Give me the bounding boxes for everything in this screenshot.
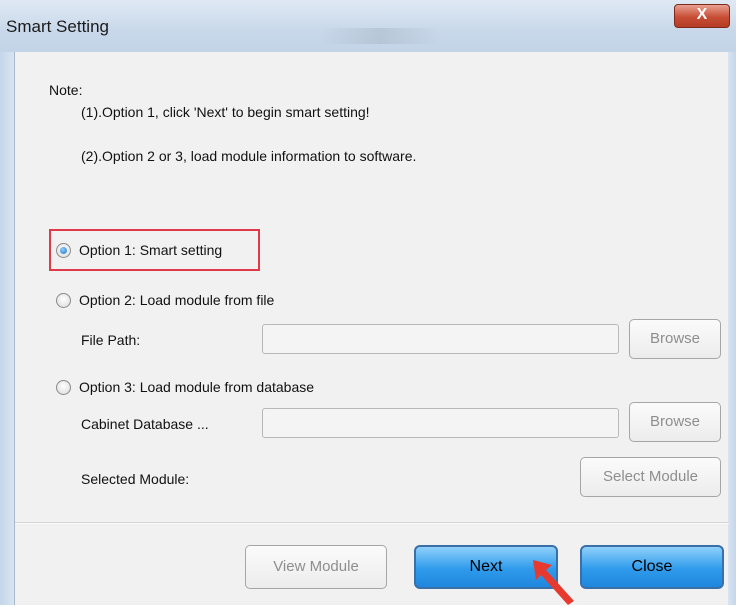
arrow-shape xyxy=(533,560,574,605)
note-line-2: (2).Option 2 or 3, load module informati… xyxy=(81,148,417,164)
title-bar-background-blur xyxy=(320,28,440,44)
option2-radio[interactable] xyxy=(56,293,71,308)
cabinet-database-label: Cabinet Database ... xyxy=(81,416,209,432)
window-title: Smart Setting xyxy=(6,17,109,36)
window-frame-left xyxy=(0,52,14,605)
note-line-1: (1).Option 1, click 'Next' to begin smar… xyxy=(81,104,370,120)
close-button[interactable]: Close xyxy=(580,545,724,589)
title-bar: Smart Setting X xyxy=(0,0,736,52)
pointer-arrow-icon xyxy=(533,560,574,605)
window-close-button[interactable]: X xyxy=(674,4,730,28)
file-path-input[interactable] xyxy=(262,324,619,354)
selected-module-label: Selected Module: xyxy=(81,471,190,487)
footer-divider xyxy=(15,522,729,524)
option3-radio[interactable] xyxy=(56,380,71,395)
browse-database-button[interactable]: Browse xyxy=(629,402,721,442)
option3-label[interactable]: Option 3: Load module from database xyxy=(79,379,314,395)
cabinet-database-input[interactable] xyxy=(262,408,619,438)
note-label: Note: xyxy=(49,82,83,98)
select-module-button[interactable]: Select Module xyxy=(580,457,721,497)
option2-label[interactable]: Option 2: Load module from file xyxy=(79,292,274,308)
option1-radio[interactable] xyxy=(56,243,71,258)
dialog-content: Note: (1).Option 1, click 'Next' to begi… xyxy=(14,52,729,605)
browse-file-button[interactable]: Browse xyxy=(629,319,721,359)
file-path-label: File Path: xyxy=(81,332,141,348)
view-module-button[interactable]: View Module xyxy=(245,545,387,589)
window-frame-right xyxy=(728,52,736,605)
option1-label[interactable]: Option 1: Smart setting xyxy=(79,242,222,258)
